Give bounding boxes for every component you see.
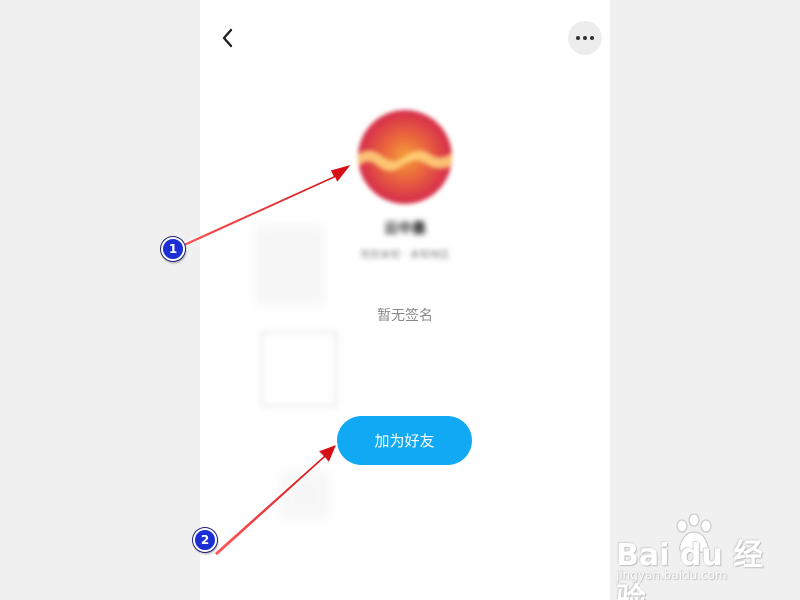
baidu-jingyan-watermark: Bai du 经验 jingyan.baidu.com: [612, 512, 792, 600]
arrow-to-avatar: [181, 163, 353, 248]
watermark-logo: Bai du 经验: [616, 538, 764, 600]
watermark-url: jingyan.baidu.com: [616, 568, 727, 582]
annotation-marker-2: 2: [193, 528, 217, 552]
annotation-arrows: [181, 163, 353, 557]
annotation-marker-1: 1: [161, 237, 185, 261]
arrow-to-add-friend: [213, 443, 338, 557]
